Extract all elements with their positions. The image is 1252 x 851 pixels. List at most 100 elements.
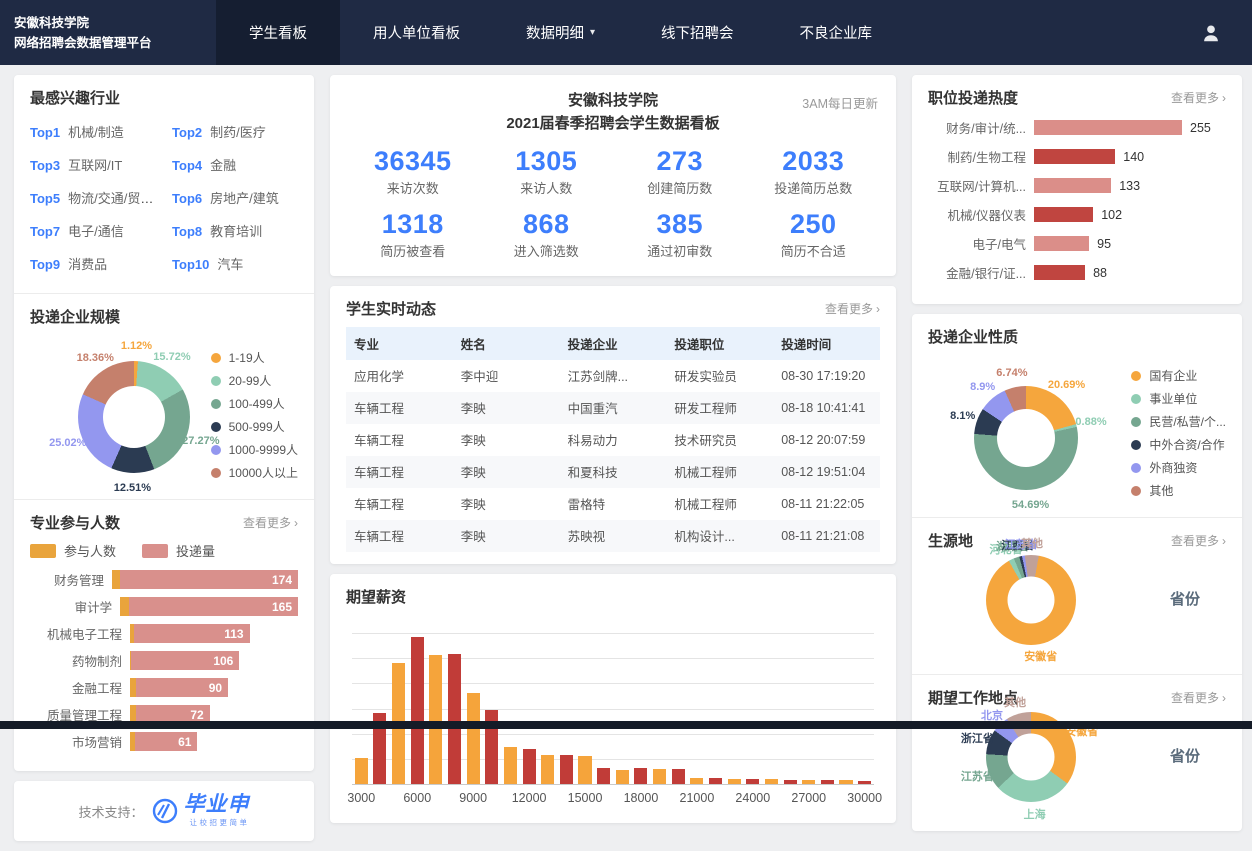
legend-item[interactable]: 外商独资 bbox=[1131, 459, 1226, 476]
heat-bar-row[interactable]: 金融/银行/证...88 bbox=[928, 263, 1226, 282]
realtime-more-link[interactable]: 查看更多› bbox=[825, 300, 880, 317]
heat-value: 133 bbox=[1119, 179, 1140, 193]
table-row[interactable]: 车辆工程李映苏映视机构设计...08-11 21:21:08 bbox=[346, 520, 880, 552]
legend-item[interactable]: 10000人以上 bbox=[211, 464, 298, 481]
salary-histogram[interactable] bbox=[352, 633, 874, 785]
salary-card: 期望薪资 30006000900012000150001800021000240… bbox=[330, 574, 896, 823]
table-header-row: 专业姓名投递企业投递职位投递时间 bbox=[346, 327, 880, 360]
industry-name: 金融 bbox=[210, 158, 236, 173]
legend-item[interactable]: 国有企业 bbox=[1131, 367, 1226, 384]
heat-bar-row[interactable]: 机械/仪器仪表102 bbox=[928, 205, 1226, 224]
major-bar-row[interactable]: 机械电子工程113 bbox=[30, 624, 298, 643]
heat-bar-row[interactable]: 制药/生物工程140 bbox=[928, 147, 1226, 166]
heat-bar-row[interactable]: 互联网/计算机...133 bbox=[928, 176, 1226, 195]
legend-item[interactable]: 1-19人 bbox=[211, 349, 298, 366]
company-scale-donut[interactable]: 1.12%15.72%27.27%12.51%25.02%18.36% bbox=[78, 361, 190, 473]
slice-label: 6.74% bbox=[996, 367, 1027, 379]
heat-bar-row[interactable]: 财务/审计/统...255 bbox=[928, 118, 1226, 137]
major-bar-row[interactable]: 金融工程90 bbox=[30, 678, 298, 697]
legend-item[interactable]: 20-99人 bbox=[211, 372, 298, 389]
salary-x-axis: 3000600090001200015000180002100024000270… bbox=[352, 789, 874, 809]
major-bar-row[interactable]: 财务管理174 bbox=[30, 570, 298, 589]
table-row[interactable]: 车辆工程李映雷格特机械工程师08-11 21:22:05 bbox=[346, 488, 880, 520]
section-industries: 最感兴趣行业 Top1机械/制造Top2制药/医疗Top3互联网/ITTop4金… bbox=[14, 75, 314, 293]
heat-value: 102 bbox=[1101, 208, 1122, 222]
table-row[interactable]: 车辆工程李映中国重汽研发工程师08-18 10:41:41 bbox=[346, 392, 880, 424]
legend-item[interactable]: 其他 bbox=[1131, 482, 1226, 499]
bar-slot bbox=[464, 633, 483, 784]
center-column: 安徽科技学院 2021届春季招聘会学生数据看板 3AM每日更新 36345来访次… bbox=[330, 75, 896, 823]
user-icon[interactable] bbox=[1200, 0, 1252, 65]
stat-label: 通过初审数 bbox=[613, 241, 747, 260]
salary-bar bbox=[448, 654, 461, 784]
origin-donut[interactable]: 安徽省河北省湖南省江西省江苏省其他 bbox=[986, 555, 1076, 645]
work-place-more-link[interactable]: 查看更多› bbox=[1171, 689, 1226, 706]
major-bar-row[interactable]: 审计学165 bbox=[30, 597, 298, 616]
legend-item[interactable]: 500-999人 bbox=[211, 418, 298, 435]
tab-用人单位看板[interactable]: 用人单位看板 bbox=[340, 0, 493, 65]
industry-item: Top2制药/医疗 bbox=[172, 122, 298, 141]
legend-dot bbox=[1131, 417, 1141, 427]
bar-slot bbox=[613, 633, 632, 784]
slice-label: 12.51% bbox=[114, 482, 151, 494]
logo-text: 毕业申 bbox=[184, 794, 250, 815]
legend-swatch bbox=[142, 544, 168, 558]
industry-name: 互联网/IT bbox=[68, 158, 122, 173]
legend-dot bbox=[1131, 371, 1141, 381]
legend-item[interactable]: 中外合资/合作 bbox=[1131, 436, 1226, 453]
major-bar: 165 bbox=[120, 597, 298, 616]
tab-学生看板[interactable]: 学生看板 bbox=[216, 0, 340, 65]
salary-bar bbox=[355, 758, 368, 784]
slice-label: 27.27% bbox=[182, 435, 219, 447]
work-place-side-label: 省份 bbox=[1170, 745, 1200, 766]
stat-label: 投递简历总数 bbox=[747, 178, 881, 197]
legend-dot bbox=[211, 399, 221, 409]
industry-item: Top3互联网/IT bbox=[30, 155, 166, 174]
heat-label: 财务/审计/统... bbox=[928, 118, 1026, 137]
bar-slot bbox=[594, 633, 613, 784]
major-bar-row[interactable]: 市场营销61 bbox=[30, 732, 298, 751]
chevron-right-icon: › bbox=[294, 516, 298, 530]
table-cell: 08-12 19:51:04 bbox=[773, 456, 880, 488]
heat-bar-row[interactable]: 电子/电气95 bbox=[928, 234, 1226, 253]
legend-label: 1000-9999人 bbox=[229, 441, 298, 458]
table-cell: 李映 bbox=[453, 520, 560, 552]
legend-item[interactable]: 100-499人 bbox=[211, 395, 298, 412]
origin-more-link[interactable]: 查看更多› bbox=[1171, 532, 1226, 549]
legend-item[interactable]: 参与人数 bbox=[30, 541, 116, 560]
section-major-participation: 专业参与人数 查看更多› 参与人数投递量财务管理174审计学165机械电子工程1… bbox=[14, 499, 314, 771]
legend-item[interactable]: 1000-9999人 bbox=[211, 441, 298, 458]
table-row[interactable]: 车辆工程李映科易动力技术研究员08-12 20:07:59 bbox=[346, 424, 880, 456]
bar-slot bbox=[408, 633, 427, 784]
company-nature-donut[interactable]: 20.69%0.88%54.69%8.1%8.9%6.74% bbox=[974, 386, 1078, 490]
salary-bar bbox=[784, 780, 797, 783]
x-tick-label: 21000 bbox=[680, 791, 715, 805]
bar-slot bbox=[725, 633, 744, 784]
position-heat-more-link[interactable]: 查看更多› bbox=[1171, 89, 1226, 106]
table-row[interactable]: 车辆工程李映和夏科技机械工程师08-12 19:51:04 bbox=[346, 456, 880, 488]
slice-label: 54.69% bbox=[1012, 499, 1049, 511]
company-nature-legend: 国有企业事业单位民营/私营/个... 中外合资/合作外商独资其他 bbox=[1131, 361, 1226, 505]
heat-value: 140 bbox=[1123, 150, 1144, 164]
table-row[interactable]: 应用化学李中迎江苏剑牌...研发实验员08-30 17:19:20 bbox=[346, 360, 880, 392]
slice-label: 上海 bbox=[1024, 806, 1046, 822]
legend-dot bbox=[1131, 486, 1141, 496]
x-tick-label: 27000 bbox=[791, 791, 826, 805]
major-label: 金融工程 bbox=[30, 678, 122, 697]
legend-item[interactable]: 事业单位 bbox=[1131, 390, 1226, 407]
position-heat-chart[interactable]: 财务/审计/统...255 制药/生物工程140 互联网/计算机...133 机械/仪… bbox=[928, 118, 1226, 282]
major-participation-more-link[interactable]: 查看更多› bbox=[243, 514, 298, 531]
salary-bar bbox=[690, 778, 703, 783]
tab-不良企业库[interactable]: 不良企业库 bbox=[767, 0, 906, 65]
tab-线下招聘会[interactable]: 线下招聘会 bbox=[628, 0, 767, 65]
legend-label: 中外合资/合作 bbox=[1149, 436, 1224, 453]
legend-item[interactable]: 民营/私营/个... bbox=[1131, 413, 1226, 430]
tab-数据明细[interactable]: 数据明细▾ bbox=[493, 0, 628, 65]
major-participation-chart: 参与人数 投递量财务管理174 审计学165 机械电子工程113 药物制剂106 金融工程… bbox=[30, 541, 298, 751]
bar-slot bbox=[538, 633, 557, 784]
legend-item[interactable]: 投递量 bbox=[142, 541, 215, 560]
major-bar-row[interactable]: 药物制剂106 bbox=[30, 651, 298, 670]
legend-swatch bbox=[30, 544, 56, 558]
left-card: 最感兴趣行业 Top1机械/制造Top2制药/医疗Top3互联网/ITTop4金… bbox=[14, 75, 314, 771]
salary-bar bbox=[467, 693, 480, 784]
